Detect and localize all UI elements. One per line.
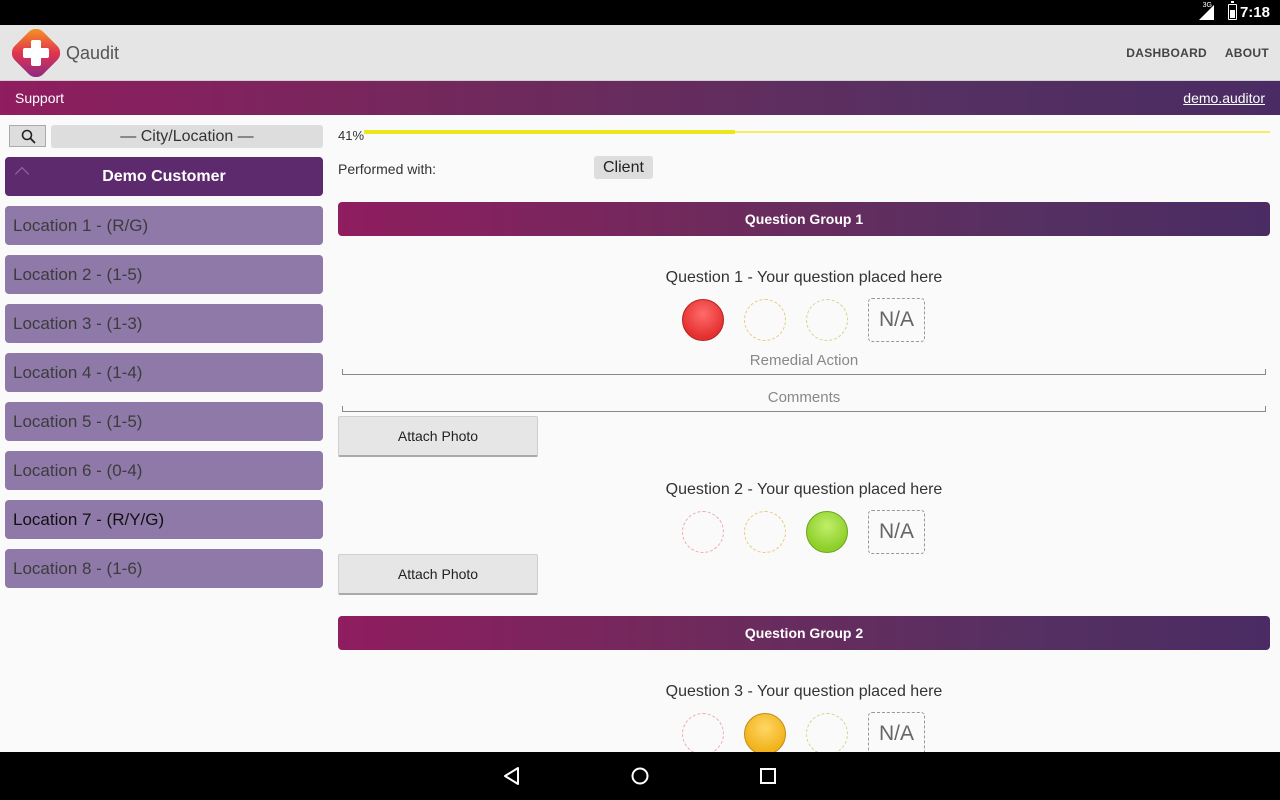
battery-icon bbox=[1228, 1, 1237, 20]
rating-yellow-option[interactable] bbox=[744, 713, 786, 755]
rating-na-option[interactable]: N/A bbox=[868, 712, 925, 756]
sidebar-item-location-5[interactable]: Location 5 - (1-5) bbox=[5, 402, 323, 441]
rating-green-option[interactable] bbox=[806, 299, 848, 341]
rating-na-option[interactable]: N/A bbox=[868, 510, 925, 554]
recents-icon[interactable] bbox=[758, 766, 778, 786]
performed-with-label: Performed with: bbox=[338, 161, 437, 177]
comments-label: Comments bbox=[767, 389, 841, 406]
question-text: Question 3 - Your question placed here bbox=[665, 683, 943, 700]
question-group-header[interactable]: Question Group 1 bbox=[338, 202, 1270, 236]
progress-bar bbox=[364, 130, 1270, 134]
signal-icon bbox=[1199, 5, 1214, 20]
sidebar-item-location-8[interactable]: Location 8 - (1-6) bbox=[5, 549, 323, 588]
home-icon[interactable] bbox=[630, 766, 650, 786]
rating-green-option[interactable] bbox=[806, 713, 848, 755]
rating-yellow-option[interactable] bbox=[744, 299, 786, 341]
rating-green-option[interactable] bbox=[806, 511, 848, 553]
status-bar: 3G 7:18 bbox=[0, 0, 1280, 25]
progress-bar-fill bbox=[364, 130, 736, 134]
rating-red-option[interactable] bbox=[682, 713, 724, 755]
header-banner: Support demo.auditor bbox=[0, 81, 1280, 115]
sidebar-item-location-3[interactable]: Location 3 - (1-3) bbox=[5, 304, 323, 343]
clock: 7:18 bbox=[1239, 4, 1270, 21]
question-text: Question 1 - Your question placed here bbox=[665, 269, 943, 286]
qaudit-logo-icon bbox=[12, 29, 60, 77]
remedial-action-label: Remedial Action bbox=[749, 352, 859, 369]
rating-red-option[interactable] bbox=[682, 511, 724, 553]
back-icon[interactable] bbox=[502, 766, 522, 786]
sidebar-item-location-1[interactable]: Location 1 - (R/G) bbox=[5, 206, 323, 245]
app-bar: Qaudit DASHBOARD ABOUT bbox=[0, 25, 1280, 81]
comments-input[interactable] bbox=[342, 406, 1266, 412]
app-title: Qaudit bbox=[66, 43, 120, 63]
search-icon bbox=[21, 129, 36, 144]
sidebar-item-location-7[interactable]: Location 7 - (R/Y/G) bbox=[5, 500, 323, 539]
dashboard-link[interactable]: DASHBOARD bbox=[1126, 46, 1207, 60]
sidebar-item-location-6[interactable]: Location 6 - (0-4) bbox=[5, 451, 323, 490]
rating-na-option[interactable]: N/A bbox=[868, 298, 925, 342]
customer-header[interactable]: Demo Customer bbox=[5, 157, 323, 196]
rating-red-option[interactable] bbox=[682, 299, 724, 341]
sidebar-item-location-4[interactable]: Location 4 - (1-4) bbox=[5, 353, 323, 392]
search-button[interactable] bbox=[9, 125, 46, 147]
progress-percent: 41% bbox=[338, 128, 365, 143]
city-location-filter[interactable]: — City/Location — bbox=[51, 125, 323, 148]
question-group-header[interactable]: Question Group 2 bbox=[338, 616, 1270, 650]
question-text: Question 2 - Your question placed here bbox=[665, 481, 943, 498]
attach-photo-button[interactable]: Attach Photo bbox=[338, 416, 538, 457]
customer-name: Demo Customer bbox=[102, 168, 226, 185]
system-navigation-bar bbox=[0, 752, 1280, 800]
sidebar-item-location-2[interactable]: Location 2 - (1-5) bbox=[5, 255, 323, 294]
about-link[interactable]: ABOUT bbox=[1225, 46, 1269, 60]
rating-yellow-option[interactable] bbox=[744, 511, 786, 553]
performed-with-select[interactable]: Client bbox=[594, 156, 653, 179]
support-link[interactable]: Support bbox=[15, 90, 64, 106]
remedial-action-input[interactable] bbox=[342, 369, 1266, 375]
attach-photo-button[interactable]: Attach Photo bbox=[338, 554, 538, 595]
user-link[interactable]: demo.auditor bbox=[1183, 90, 1265, 106]
